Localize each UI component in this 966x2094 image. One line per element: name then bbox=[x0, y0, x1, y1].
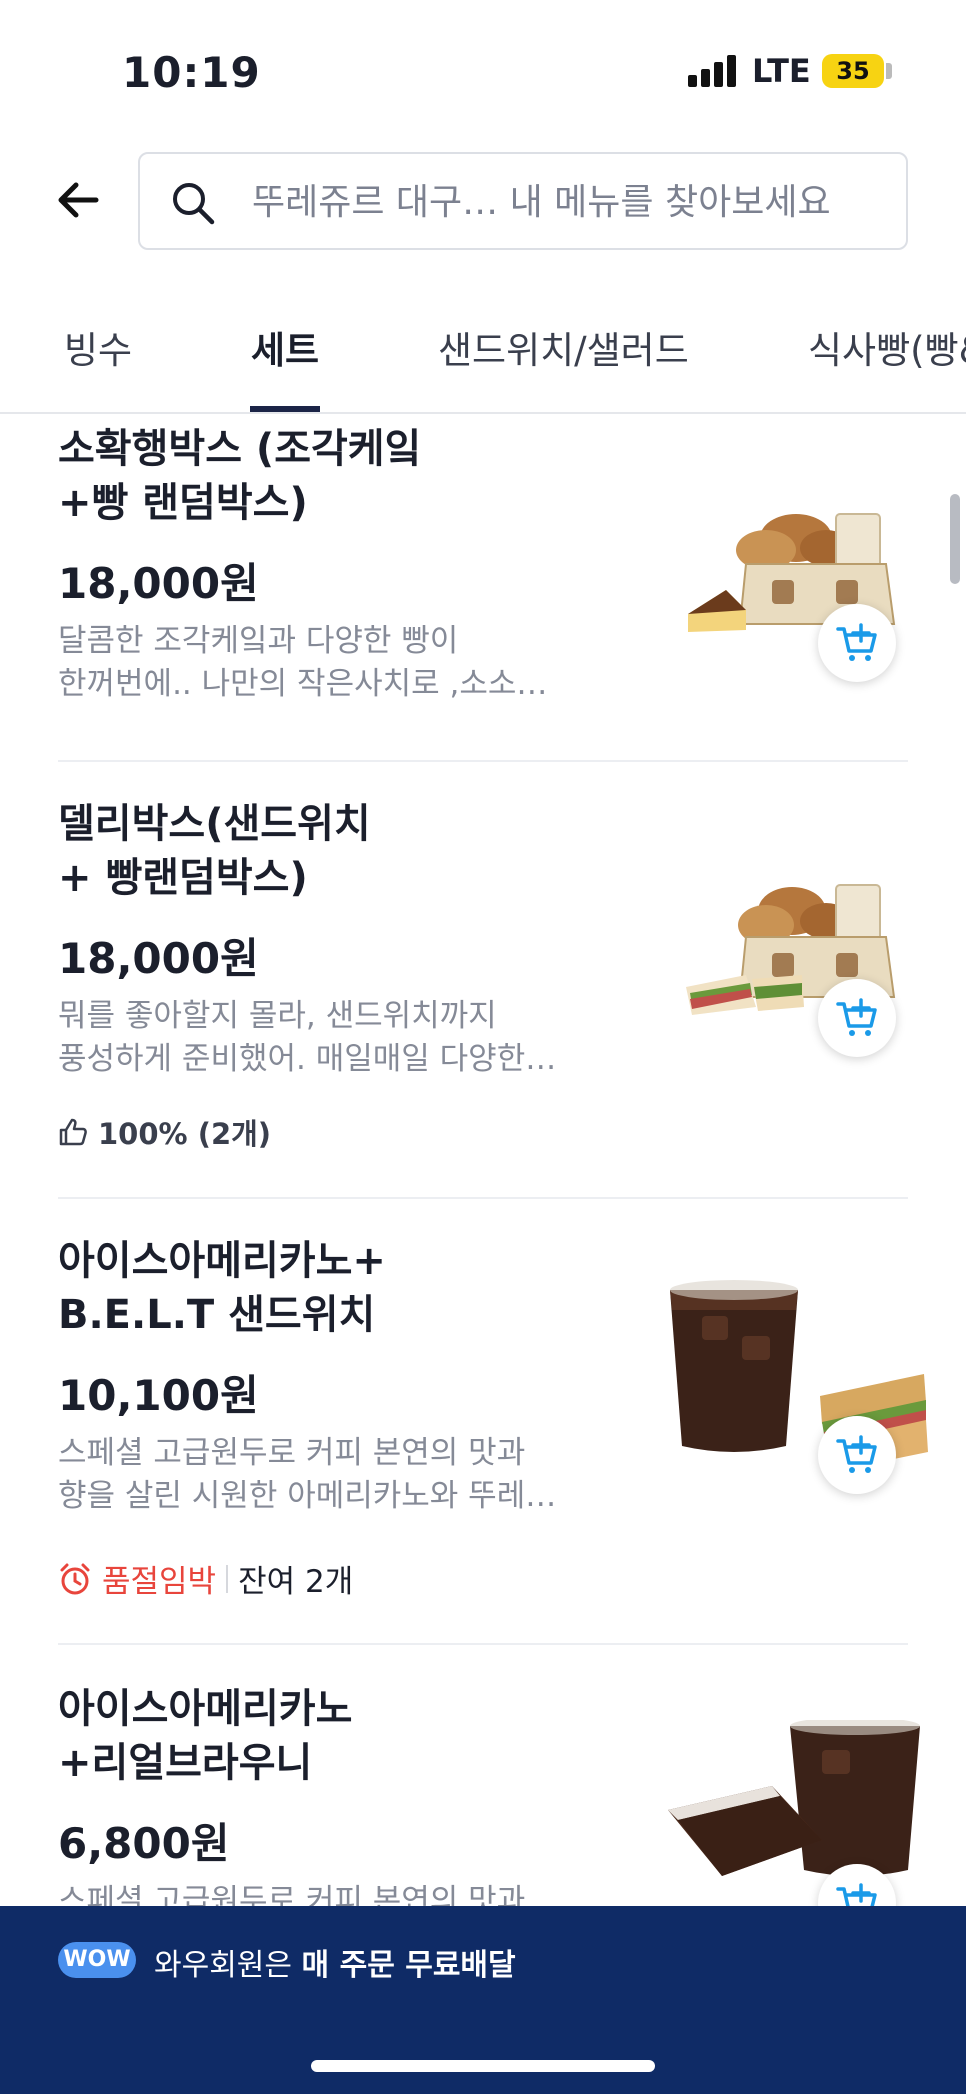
product-price: 10,100원 bbox=[58, 1371, 259, 1420]
product-name: 델리박스(샌드위치 + 빵랜덤박스) bbox=[58, 801, 371, 901]
category-tabs: 빙수 세트 샌드위치/샐러드 식사빵(빵& bbox=[0, 290, 966, 414]
tab-meal-bread[interactable]: 식사빵(빵& bbox=[808, 320, 966, 374]
back-arrow-icon bbox=[58, 182, 99, 218]
signal-icon bbox=[688, 55, 736, 87]
stock-remaining: 잔여 2개 bbox=[238, 1564, 354, 1600]
home-indicator[interactable] bbox=[311, 2060, 655, 2072]
active-tab-indicator bbox=[250, 406, 320, 412]
product-image bbox=[668, 1720, 920, 1876]
add-cart-icon bbox=[836, 998, 877, 1036]
status-time: 10:19 bbox=[122, 48, 261, 97]
add-cart-icon bbox=[836, 1435, 877, 1473]
battery-cap bbox=[886, 63, 892, 79]
search-icon bbox=[173, 183, 215, 225]
app-screen: 10:19 LTE 35 빙수 세트 샌드위치/샐러드 식사빵(빵& bbox=[0, 0, 966, 2094]
battery-level: 35 bbox=[836, 57, 870, 85]
alarm-clock-icon bbox=[60, 1563, 90, 1594]
product-description: 뭐를 좋아할지 몰라, 샌드위치까지 풍성하게 준비했어. 매일매일 다양한… bbox=[58, 998, 557, 1077]
add-cart-icon bbox=[836, 623, 877, 661]
search-box[interactable] bbox=[138, 152, 908, 250]
product-price: 18,000원 bbox=[58, 559, 259, 608]
sold-out-soon-label: 품절임박 bbox=[102, 1564, 217, 1600]
product-name: 소확행박스 (조각케잌 +빵 랜덤박스) bbox=[58, 426, 422, 526]
separator bbox=[226, 1564, 229, 1593]
product-description: 스페셜 고급원두로 커피 본연의 맛과 향을 살린 시원한 아메리카노와 뚜레… bbox=[58, 1435, 557, 1514]
divider bbox=[58, 760, 908, 762]
battery-icon: 35 bbox=[822, 54, 884, 88]
product-name: 아이스아메리카노 +리얼브라우니 bbox=[58, 1686, 353, 1786]
back-button[interactable] bbox=[52, 170, 112, 230]
add-to-cart-button[interactable] bbox=[818, 604, 896, 682]
network-label: LTE bbox=[752, 52, 811, 90]
add-to-cart-button[interactable] bbox=[818, 1416, 896, 1494]
tab-sandwich-salad[interactable]: 샌드위치/샐러드 bbox=[438, 320, 689, 374]
rating-text: 100% (2개) bbox=[98, 1117, 272, 1151]
tab-bingsu[interactable]: 빙수 bbox=[64, 320, 132, 374]
divider bbox=[58, 1197, 908, 1199]
product-price: 6,800원 bbox=[58, 1819, 230, 1868]
scrollbar[interactable] bbox=[950, 494, 960, 584]
product-name: 아이스아메리카노+ B.E.L.T 샌드위치 bbox=[58, 1238, 386, 1338]
product-price: 18,000원 bbox=[58, 934, 259, 983]
product-rating: 100% (2개) bbox=[58, 1111, 271, 1153]
divider bbox=[58, 1643, 908, 1645]
product-description: 달콤한 조각케잌과 다양한 빵이 한꺼번에.. 나만의 작은사치로 ,소소… bbox=[58, 623, 548, 702]
stock-status: 품절임박 잔여 2개 bbox=[58, 1556, 353, 1601]
tab-set[interactable]: 세트 bbox=[251, 320, 319, 374]
wow-badge: WOW bbox=[58, 1942, 136, 1978]
banner-text: 와우회원은 매 주문 무료배달 bbox=[154, 1948, 516, 1983]
add-to-cart-button[interactable] bbox=[818, 979, 896, 1057]
search-input[interactable] bbox=[252, 174, 892, 230]
status-bar: 10:19 LTE 35 bbox=[0, 0, 966, 140]
thumbs-up-icon bbox=[59, 1118, 87, 1146]
